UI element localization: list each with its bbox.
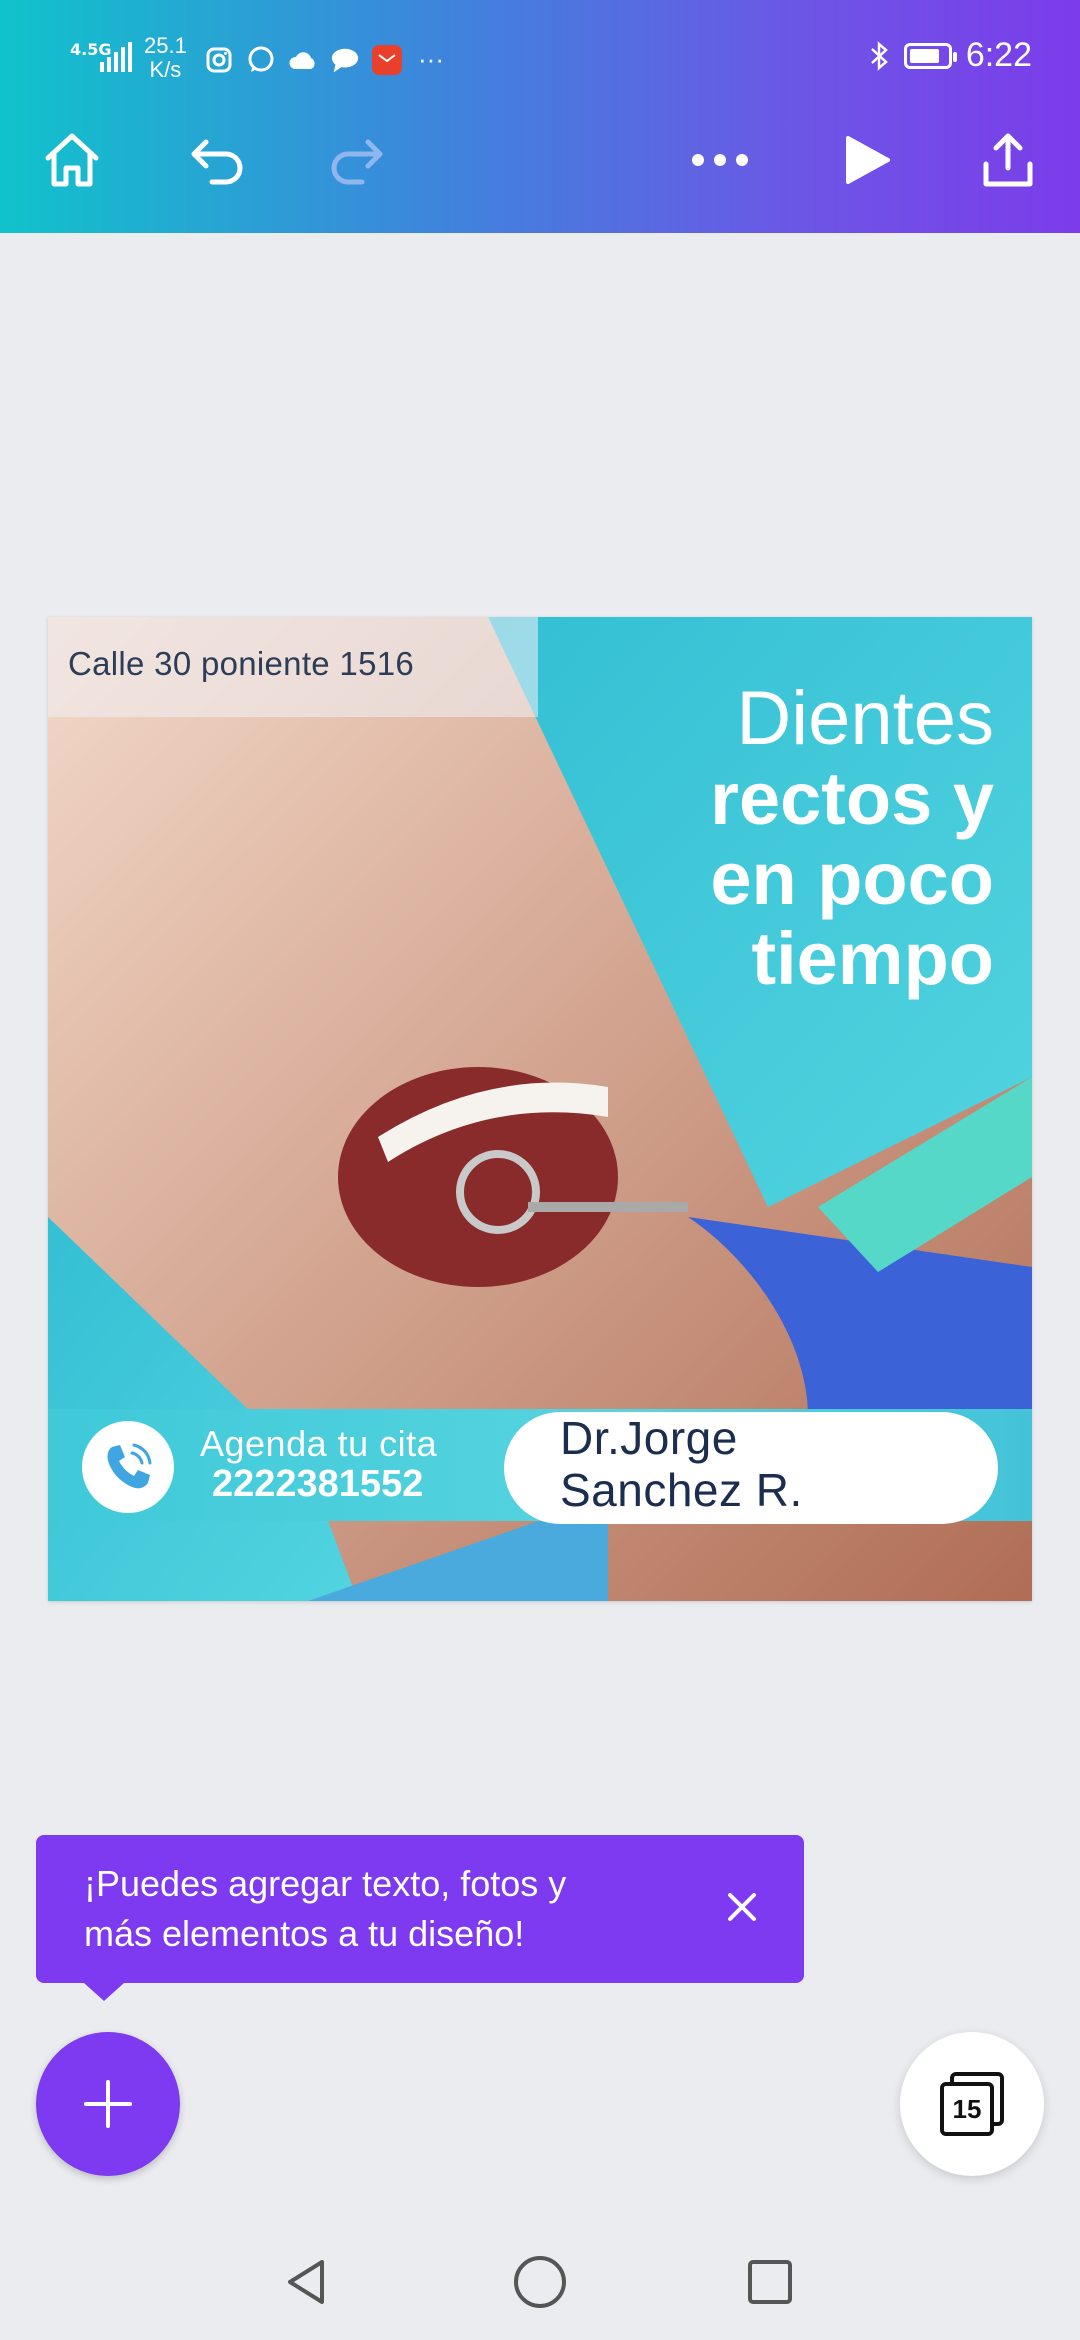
mail-app-icon	[372, 44, 402, 75]
redo-button[interactable]	[316, 120, 396, 200]
chat-bubble-icon	[330, 45, 360, 75]
headline-line-4: tiempo	[751, 917, 994, 1000]
phone-number: 2222381552	[212, 1463, 424, 1505]
tooltip-line-2: más elementos a tu diseño!	[84, 1913, 525, 1954]
battery-icon	[903, 42, 957, 69]
pages-icon: 15	[940, 2072, 1004, 2136]
address-text[interactable]: Calle 30 poniente 1516	[68, 645, 414, 683]
top-app-bar: 4.5G 25.1 K/s ··· 6:22	[0, 0, 1080, 233]
whatsapp-icon	[246, 45, 276, 75]
status-right: 6:22	[868, 36, 1032, 75]
doctor-name-line-1: Dr.Jorge	[560, 1412, 738, 1464]
signal-icon	[100, 42, 132, 72]
headline-line-2: rectos y	[710, 757, 994, 840]
pages-button[interactable]: 15	[900, 2032, 1044, 2176]
bluetooth-icon	[870, 40, 888, 71]
battery-level	[909, 48, 939, 63]
close-icon[interactable]	[720, 1885, 764, 1929]
tooltip-text: ¡Puedes agregar texto, fotos y más eleme…	[84, 1859, 684, 1959]
home-icon	[45, 133, 99, 187]
undo-icon	[191, 139, 243, 185]
doctor-name: Dr.Jorge Sanchez R.	[560, 1412, 803, 1516]
headline-line-1: Dientes	[736, 676, 994, 761]
recents-square-icon	[748, 2260, 792, 2304]
instagram-icon	[204, 45, 234, 75]
status-bar: 4.5G 25.1 K/s ··· 6:22	[0, 0, 1080, 120]
cloud-icon	[288, 45, 318, 75]
nav-home-button[interactable]	[508, 2250, 572, 2314]
clock: 6:22	[965, 36, 1032, 74]
home-circle-icon	[514, 2256, 566, 2308]
cta-label: Agenda tu cita	[200, 1423, 438, 1464]
share-icon	[983, 133, 1033, 187]
headline[interactable]: Dientes rectos y en poco tiempo	[574, 679, 994, 999]
doctor-name-line-2: Sanchez R.	[560, 1464, 803, 1516]
phone-call-icon	[107, 1443, 152, 1489]
back-triangle-icon	[288, 2260, 324, 2304]
notification-icons: ···	[204, 44, 444, 75]
design-canvas[interactable]: Calle 30 poniente 1516 Dientes rectos y …	[48, 617, 1032, 1601]
contact-strip[interactable]: Agenda tu cita 2222381552 Dr.Jorge Sanch…	[48, 1409, 1032, 1524]
undo-button[interactable]	[178, 120, 258, 200]
home-button[interactable]	[32, 120, 112, 200]
page-count: 15	[940, 2082, 994, 2136]
speed-value: 25.1	[144, 33, 187, 58]
more-options-button[interactable]	[680, 120, 760, 200]
redo-icon	[331, 139, 383, 185]
phone-badge	[82, 1421, 174, 1513]
tip-tooltip: ¡Puedes agregar texto, fotos y más eleme…	[36, 1835, 804, 2001]
nav-back-button[interactable]	[276, 2250, 340, 2314]
tooltip-line-1: ¡Puedes agregar texto, fotos y	[84, 1863, 567, 1904]
plus-icon	[84, 2080, 132, 2128]
doctor-name-pill[interactable]: Dr.Jorge Sanchez R.	[504, 1412, 998, 1524]
add-element-button[interactable]	[36, 2032, 180, 2176]
share-button[interactable]	[968, 120, 1048, 200]
more-notifications: ···	[418, 44, 444, 74]
nav-recents-button[interactable]	[738, 2250, 802, 2314]
headline-line-3: en poco	[710, 837, 994, 920]
present-button[interactable]	[826, 120, 906, 200]
speed-unit: K/s	[149, 57, 182, 82]
play-icon	[846, 136, 890, 184]
system-nav-bar	[0, 2230, 1080, 2340]
more-horizontal-icon	[692, 154, 748, 166]
network-speed: 25.1 K/s	[144, 34, 187, 82]
